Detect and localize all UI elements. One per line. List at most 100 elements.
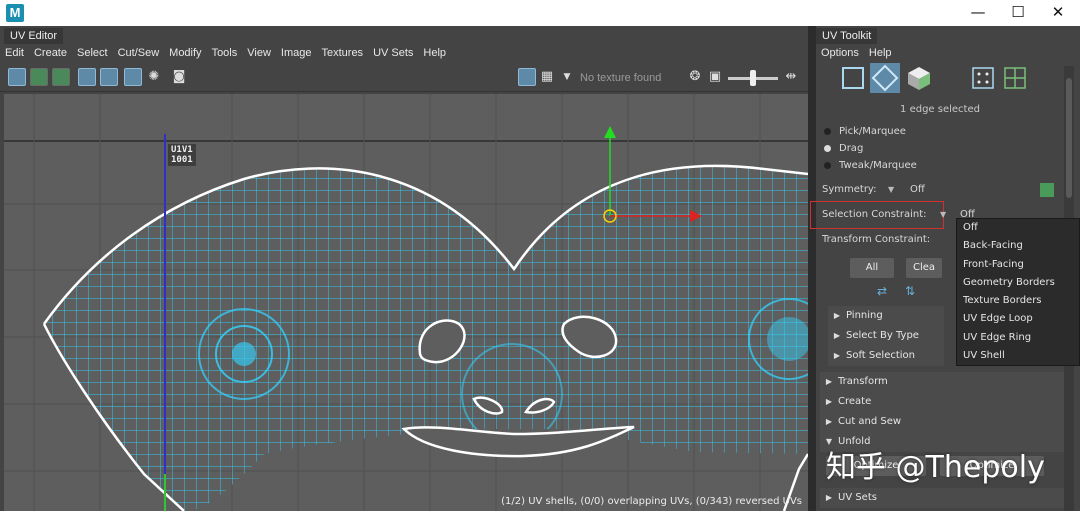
selection-constraint-label: Selection Constraint: (822, 209, 927, 220)
menu-uv-sets[interactable]: UV Sets (368, 44, 418, 62)
toolkit-scroll-thumb[interactable] (1066, 78, 1072, 198)
toolkit-menu-help[interactable]: Help (864, 44, 897, 62)
tile-label-line1: U1V1 (171, 145, 193, 155)
menu-create[interactable]: Create (29, 44, 72, 62)
mode-tweak-marquee-label: Tweak/Marquee (839, 160, 917, 171)
section-pinning[interactable]: ▶ Pinning (828, 306, 944, 326)
section-cut-and-sew[interactable]: ▶ Cut and Sew (820, 412, 1064, 432)
dropdown-item-front-facing[interactable]: Front-Facing (957, 256, 1079, 274)
menu-image[interactable]: Image (276, 44, 317, 62)
expand-arrow-icon: ▶ (833, 331, 841, 340)
radio-selected-icon (824, 144, 831, 152)
section-soft-selection[interactable]: ▶ Soft Selection (828, 346, 944, 366)
selection-constraint-dropdown[interactable]: Off Back-Facing Front-Facing Geometry Bo… (956, 218, 1080, 366)
dropdown-item-back-facing[interactable]: Back-Facing (957, 237, 1079, 255)
uv-mode-icon[interactable] (968, 63, 998, 93)
section-soft-selection-label: Soft Selection (846, 350, 915, 361)
mode-pick-marquee-label: Pick/Marquee (839, 126, 906, 137)
uv-editor-panel: UV Editor Edit Create Select Cut/Sew Modify T… (0, 26, 808, 511)
vertex-mode-icon[interactable] (838, 63, 868, 93)
mode-drag-label: Drag (839, 143, 864, 154)
symmetry-row: Symmetry: ▼ Off (822, 181, 1062, 199)
dropdown-item-uv-shell[interactable]: UV Shell (957, 347, 1079, 365)
section-transform[interactable]: ▶ Transform (820, 372, 1064, 392)
exposure-slider-knob[interactable] (750, 70, 756, 86)
selection-constraint-dropdown-icon[interactable]: ▼ (940, 206, 946, 224)
dropdown-item-uv-edge-loop[interactable]: UV Edge Loop (957, 310, 1079, 328)
radio-icon (824, 161, 831, 169)
menu-edit[interactable]: Edit (0, 44, 29, 62)
symmetry-label: Symmetry: (822, 184, 877, 195)
uv-toolkit-tab[interactable]: UV Toolkit (816, 28, 878, 44)
menu-tools[interactable]: Tools (207, 44, 243, 62)
face-mode-icon[interactable] (904, 63, 934, 93)
snapshot-icon[interactable]: ◙ (170, 68, 188, 86)
menu-textures[interactable]: Textures (316, 44, 368, 62)
uv-canvas[interactable] (4, 94, 808, 511)
edge-mode-icon[interactable] (870, 63, 900, 93)
select-all-button[interactable]: All (850, 258, 894, 278)
menu-view[interactable]: View (242, 44, 276, 62)
image-ratio-icon[interactable]: ▣ (706, 68, 724, 86)
clear-button[interactable]: Clea (906, 258, 942, 278)
expand-arrow-icon: ▶ (825, 417, 833, 426)
panel-splitter[interactable] (808, 26, 816, 511)
uv-face-icon[interactable] (52, 68, 70, 86)
image-dropdown-icon[interactable]: ▼ (558, 68, 576, 86)
expand-arrow-icon: ▶ (825, 397, 833, 406)
section-cut-and-sew-label: Cut and Sew (838, 416, 902, 427)
grid-icon[interactable] (78, 68, 96, 86)
section-uv-sets[interactable]: ▶ UV Sets (820, 488, 1064, 508)
exposure-icon[interactable]: ❂ (686, 68, 704, 86)
menu-cut-sew[interactable]: Cut/Sew (113, 44, 165, 62)
symmetry-options-icon[interactable] (1040, 183, 1054, 197)
menu-modify[interactable]: Modify (164, 44, 206, 62)
uv-grid-icon[interactable] (124, 68, 142, 86)
checker-icon[interactable]: ▦ (538, 68, 556, 86)
pixel-snap-icon[interactable] (100, 68, 118, 86)
minimize-button[interactable]: — (958, 0, 998, 26)
more-tools-icon[interactable]: ⇹ (782, 68, 800, 86)
section-select-by-type[interactable]: ▶ Select By Type (828, 326, 944, 346)
uv-editor-tab[interactable]: UV Editor (4, 28, 64, 44)
symmetry-value[interactable]: Off (910, 181, 925, 199)
dropdown-item-off[interactable]: Off (957, 219, 1079, 237)
uv-shell-mode-icon[interactable] (1000, 63, 1030, 93)
close-button[interactable]: ✕ (1038, 0, 1078, 26)
expand-arrow-icon: ▶ (825, 377, 833, 386)
uv-editor-toolbar: ✺ ◙ ▦ ▼ No texture found ❂ ▣ ⇹ (0, 64, 808, 92)
display-image-icon[interactable] (518, 68, 536, 86)
symmetry-dropdown-icon[interactable]: ▼ (888, 181, 894, 199)
uv-shell-icon[interactable] (30, 68, 48, 86)
radio-icon (824, 127, 831, 135)
toolkit-menu-options[interactable]: Options (816, 44, 864, 62)
pin-icon[interactable]: ⇄ (874, 283, 890, 299)
mode-pick-marquee[interactable]: Pick/Marquee (824, 124, 906, 140)
select-mode-icon[interactable] (8, 68, 26, 86)
section-create[interactable]: ▶ Create (820, 392, 1064, 412)
shading-icon[interactable]: ✺ (145, 68, 163, 86)
uv-status-text: (1/2) UV shells, (0/0) overlapping UVs, … (501, 496, 802, 507)
section-create-label: Create (838, 396, 872, 407)
section-transform-label: Transform (838, 376, 888, 387)
section-uv-sets-label: UV Sets (838, 492, 877, 503)
uv-viewport[interactable]: U1V1 1001 (1/2) UV shells, (0/0) overlap… (4, 94, 808, 511)
menu-help[interactable]: Help (418, 44, 451, 62)
section-select-by-type-label: Select By Type (846, 330, 919, 341)
expand-arrow-icon: ▶ (825, 493, 833, 502)
unpin-icon[interactable]: ⇅ (902, 283, 918, 299)
section-pinning-label: Pinning (846, 310, 883, 321)
texture-field[interactable]: No texture found (576, 69, 682, 87)
maximize-button[interactable]: ☐ (998, 0, 1038, 26)
dropdown-item-geometry-borders[interactable]: Geometry Borders (957, 274, 1079, 292)
menu-select[interactable]: Select (72, 44, 113, 62)
expand-arrow-icon: ▶ (833, 311, 841, 320)
dropdown-item-uv-edge-ring[interactable]: UV Edge Ring (957, 329, 1079, 347)
dropdown-item-texture-borders[interactable]: Texture Borders (957, 292, 1079, 310)
selection-status: 1 edge selected (900, 104, 980, 115)
uv-toolkit-menubar: Options Help (816, 44, 897, 62)
window-title-bar: M — ☐ ✕ (0, 0, 1080, 26)
uv-editor-menubar: Edit Create Select Cut/Sew Modify Tools View Im… (0, 44, 808, 62)
mode-tweak-marquee[interactable]: Tweak/Marquee (824, 158, 917, 174)
mode-drag[interactable]: Drag (824, 141, 863, 157)
